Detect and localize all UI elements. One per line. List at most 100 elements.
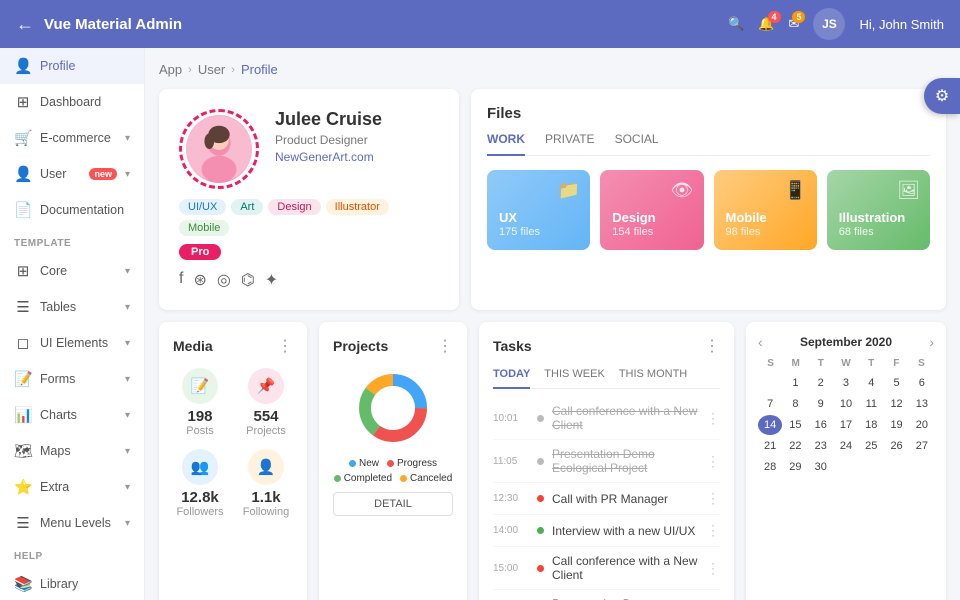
cal-day-17[interactable]: 17 (834, 415, 858, 435)
followers-value: 12.8k (173, 489, 227, 506)
task-dot (537, 527, 544, 534)
folder-illustration-icon: 🖼 (897, 180, 920, 201)
cal-day-16[interactable]: 16 (809, 415, 833, 435)
cal-day-1[interactable]: 1 (783, 373, 807, 393)
back-button[interactable]: ← (16, 14, 34, 35)
gear-fab-button[interactable]: ⚙ (924, 78, 960, 114)
github-icon[interactable]: ⌬ (241, 270, 255, 290)
cal-day-26[interactable]: 26 (884, 436, 908, 456)
following-label: Following (239, 506, 293, 518)
cal-day-5[interactable]: 5 (884, 373, 908, 393)
cal-day-4[interactable]: 4 (859, 373, 883, 393)
cal-day-13[interactable]: 13 (910, 394, 934, 414)
task-text: Call conference with a New Client (552, 554, 698, 582)
cal-day-20[interactable]: 20 (910, 415, 934, 435)
sidebar-item-user[interactable]: 👤 User new ▾ (0, 156, 144, 192)
sidebar-item-ui-elements[interactable]: ◻ UI Elements ▾ (0, 325, 144, 361)
cal-day-2[interactable]: 2 (809, 373, 833, 393)
sidebar-label-ui-elements: UI Elements (40, 336, 117, 350)
cal-day-25[interactable]: 25 (859, 436, 883, 456)
tab-private[interactable]: PRIVATE (545, 132, 595, 156)
sidebar-item-menu-levels[interactable]: ☰ Menu Levels ▾ (0, 505, 144, 541)
cal-day-6[interactable]: 6 (910, 373, 934, 393)
tab-social[interactable]: SOCIAL (615, 132, 659, 156)
tag-art[interactable]: Art (231, 199, 263, 215)
cal-day-21[interactable]: 21 (758, 436, 782, 456)
dribbble-icon[interactable]: ⊛ (193, 270, 206, 290)
tag-uiux[interactable]: UI/UX (179, 199, 226, 215)
cal-day-15[interactable]: 15 (783, 415, 807, 435)
sidebar-item-library[interactable]: 📚 Library (0, 566, 144, 600)
task-kebab[interactable]: ⋮ (706, 410, 720, 427)
tab-this-month[interactable]: THIS MONTH (619, 368, 687, 389)
cal-day-12[interactable]: 12 (884, 394, 908, 414)
mail-button[interactable]: ✉ 5 (789, 16, 800, 32)
avatar[interactable]: JS (813, 8, 845, 40)
notifications-button[interactable]: 🔔 4 (758, 16, 774, 32)
breadcrumb-app[interactable]: App (159, 62, 182, 77)
search-icon-button[interactable]: 🔍 (728, 16, 744, 32)
cal-day-14[interactable]: 14 (758, 415, 782, 435)
cal-day-27[interactable]: 27 (910, 436, 934, 456)
task-kebab[interactable]: ⋮ (706, 490, 720, 507)
folder-design[interactable]: 👁 Design 154 files (600, 170, 703, 250)
cal-day-22[interactable]: 22 (783, 436, 807, 456)
cal-day-23[interactable]: 23 (809, 436, 833, 456)
media-menu-button[interactable]: ⋮ (277, 336, 293, 356)
breadcrumb-user[interactable]: User (198, 62, 225, 77)
cal-day-7[interactable]: 7 (758, 394, 782, 414)
twitter-icon[interactable]: ✦ (265, 270, 278, 290)
sidebar-item-ecommerce[interactable]: 🛒 E-commerce ▾ (0, 120, 144, 156)
sidebar-item-tables[interactable]: ☰ Tables ▾ (0, 289, 144, 325)
tag-mobile[interactable]: Mobile (179, 220, 229, 236)
extra-arrow: ▾ (125, 482, 130, 493)
folder-ux[interactable]: 📁 UX 175 files (487, 170, 590, 250)
projects-menu-button[interactable]: ⋮ (437, 336, 453, 356)
cal-day-11[interactable]: 11 (859, 394, 883, 414)
instagram-icon[interactable]: ◎ (217, 270, 231, 290)
tab-today[interactable]: TODAY (493, 368, 530, 389)
cal-day-19[interactable]: 19 (884, 415, 908, 435)
task-kebab[interactable]: ⋮ (706, 453, 720, 470)
cal-day-18[interactable]: 18 (859, 415, 883, 435)
sidebar-item-core[interactable]: ⊞ Core ▾ (0, 253, 144, 289)
cal-day-24[interactable]: 24 (834, 436, 858, 456)
cal-day-9[interactable]: 9 (809, 394, 833, 414)
cal-day-3[interactable]: 3 (834, 373, 858, 393)
folder-mobile-name: Mobile (726, 210, 805, 225)
cal-day-10[interactable]: 10 (834, 394, 858, 414)
sidebar-item-charts[interactable]: 📊 Charts ▾ (0, 397, 144, 433)
tab-work[interactable]: WORK (487, 132, 525, 156)
tasks-menu-button[interactable]: ⋮ (704, 336, 720, 356)
pro-badge: Pro (179, 236, 439, 260)
profile-website[interactable]: NewGenerArt.com (275, 150, 382, 164)
sidebar-item-forms[interactable]: 📝 Forms ▾ (0, 361, 144, 397)
profile-card-header: Julee Cruise Product Designer NewGenerAr… (179, 109, 439, 189)
day-header-m: M (783, 358, 808, 369)
cal-day-29[interactable]: 29 (783, 457, 807, 477)
sidebar-item-profile[interactable]: 👤 Profile (0, 48, 144, 84)
tab-this-week[interactable]: THIS WEEK (544, 368, 605, 389)
facebook-icon[interactable]: f (179, 270, 183, 290)
calendar-next[interactable]: › (929, 334, 934, 350)
calendar-prev[interactable]: ‹ (758, 334, 763, 350)
cal-day-8[interactable]: 8 (783, 394, 807, 414)
sidebar-item-maps[interactable]: 🗺 Maps ▾ (0, 433, 144, 469)
task-kebab[interactable]: ⋮ (706, 560, 720, 577)
folder-mobile[interactable]: 📱 Mobile 98 files (714, 170, 817, 250)
tag-illustrator[interactable]: Illustrator (326, 199, 389, 215)
sidebar-item-dashboard[interactable]: ⊞ Dashboard (0, 84, 144, 120)
cal-day-28[interactable]: 28 (758, 457, 782, 477)
donut-legend: New Progress Completed Canceled (333, 458, 453, 484)
sidebar-item-extra[interactable]: ⭐ Extra ▾ (0, 469, 144, 505)
folder-design-name: Design (612, 210, 691, 225)
cal-day-30[interactable]: 30 (809, 457, 833, 477)
brand-title: Vue Material Admin (44, 16, 718, 33)
task-item: 11:05 Presentation Demo Ecological Proje… (493, 440, 720, 483)
legend-canceled: Canceled (400, 473, 452, 484)
task-kebab[interactable]: ⋮ (706, 522, 720, 539)
folder-illustration[interactable]: 🖼 Illustration 68 files (827, 170, 930, 250)
tag-design[interactable]: Design (268, 199, 320, 215)
detail-button[interactable]: DETAIL (333, 492, 453, 516)
sidebar-item-documentation[interactable]: 📄 Documentation (0, 192, 144, 228)
